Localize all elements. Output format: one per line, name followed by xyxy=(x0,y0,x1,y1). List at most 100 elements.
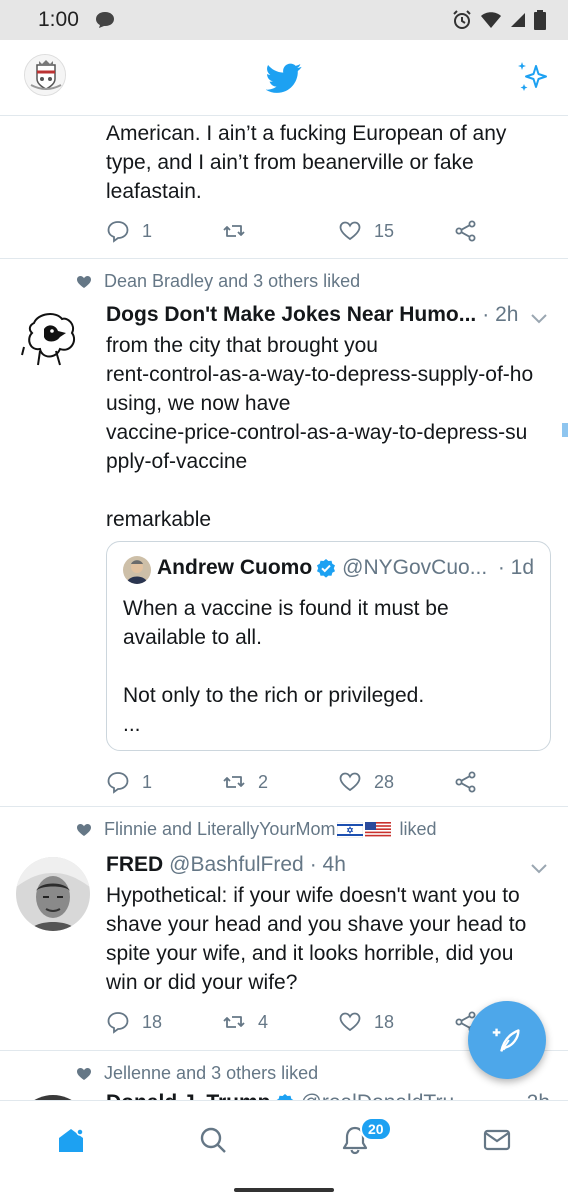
reply-button[interactable]: 18 xyxy=(106,1010,222,1034)
share-icon xyxy=(455,220,476,242)
tweet-time: · 2h xyxy=(482,303,519,326)
author-handle: @BashfulFred xyxy=(169,853,304,876)
quoted-text: When a vaccine is found it must be avail… xyxy=(123,597,449,736)
nav-search[interactable] xyxy=(142,1101,284,1179)
sparkle-icon[interactable] xyxy=(514,58,552,96)
quoted-handle: @NYGovCuo... xyxy=(342,556,488,579)
battery-icon xyxy=(534,10,546,30)
reply-count: 1 xyxy=(142,771,153,792)
status-bar: 1:00 xyxy=(0,0,568,40)
author-name[interactable]: Donald J. Trump xyxy=(106,1091,271,1100)
search-icon xyxy=(200,1127,226,1153)
tweet-actions: 18 4 18 xyxy=(106,1007,506,1037)
reply-icon xyxy=(107,1012,129,1034)
reply-button[interactable]: 1 xyxy=(106,219,222,243)
social-context-text: Jellenne and 3 others liked xyxy=(104,1063,319,1083)
share-button[interactable] xyxy=(454,219,478,243)
like-count: 15 xyxy=(374,220,395,241)
social-context-text: Dean Bradley and 3 others liked xyxy=(104,271,361,291)
chevron-down-icon[interactable] xyxy=(528,857,550,879)
social-context-text: Flinnie and LiterallyYourMom xyxy=(104,819,336,839)
social-context-suffix: liked xyxy=(399,819,437,839)
retweet-icon xyxy=(223,225,245,237)
gesture-bar xyxy=(0,1178,568,1200)
social-context: Dean Bradley and 3 others liked xyxy=(76,271,360,292)
heart-icon xyxy=(339,1012,361,1032)
israel-flag-icon xyxy=(337,821,364,838)
compose-tweet-button[interactable] xyxy=(468,1001,546,1079)
tweet-text: from the city that brought you rent-cont… xyxy=(106,334,534,531)
retweet-icon xyxy=(223,1016,245,1028)
tweet-actions: 1 15 xyxy=(106,216,506,246)
like-button[interactable]: 18 xyxy=(338,1010,454,1034)
nav-messages[interactable] xyxy=(426,1101,568,1179)
tweet-avatar[interactable] xyxy=(16,303,90,377)
chevron-down-icon[interactable] xyxy=(528,307,550,329)
reply-icon xyxy=(107,772,129,794)
like-count: 18 xyxy=(374,1011,395,1032)
scrollbar-thumb[interactable] xyxy=(562,423,568,437)
timeline-feed[interactable]: American. I ain’t a fucking European of … xyxy=(0,117,568,1100)
tweet-header: Donald J. Trump @realDonaldTru... · 2h xyxy=(106,1091,550,1100)
retweet-button[interactable] xyxy=(222,219,338,243)
author-handle: @realDonaldTru... xyxy=(301,1091,472,1100)
quoted-tweet[interactable]: Andrew Cuomo @NYGovCuo... · 1d When a va… xyxy=(106,541,551,751)
social-context: Flinnie and LiterallyYourMom liked xyxy=(76,819,436,840)
retweet-count: 2 xyxy=(258,771,269,792)
mail-icon xyxy=(483,1129,511,1150)
nav-notifications[interactable]: 20 xyxy=(284,1101,426,1179)
nav-home[interactable] xyxy=(0,1101,142,1179)
author-name[interactable]: Dogs Don't Make Jokes Near Humo... xyxy=(106,303,476,327)
quoted-header: Andrew Cuomo @NYGovCuo... · 1d xyxy=(157,556,534,580)
heart-small-icon xyxy=(77,1067,91,1080)
like-count: 28 xyxy=(374,771,395,792)
heart-icon xyxy=(339,221,361,241)
compose-feather-icon xyxy=(492,1028,520,1052)
like-button[interactable]: 15 xyxy=(338,219,454,243)
tweet-avatar[interactable] xyxy=(16,857,90,931)
tweet-time: · 4h xyxy=(309,853,346,876)
reply-count: 18 xyxy=(142,1011,163,1032)
tweet-time: · 2h xyxy=(514,1091,550,1100)
tweet-partial[interactable]: American. I ain’t a fucking European of … xyxy=(0,117,568,259)
retweet-icon xyxy=(223,776,245,788)
us-flag-icon xyxy=(365,821,392,838)
retweet-button[interactable]: 2 xyxy=(222,770,338,794)
tweet-actions: 1 2 28 xyxy=(106,767,506,797)
share-icon xyxy=(455,771,476,793)
wifi-icon xyxy=(481,12,501,28)
heart-small-icon xyxy=(77,823,91,836)
tweet-text: Hypothetical: if your wife doesn't want … xyxy=(106,884,527,994)
like-button[interactable]: 28 xyxy=(338,770,454,794)
tweet[interactable]: Dean Bradley and 3 others liked Dogs Don… xyxy=(0,259,568,807)
author-name[interactable]: FRED xyxy=(106,853,163,877)
reply-count: 1 xyxy=(142,220,153,241)
app-header xyxy=(0,40,568,116)
tweet-text: American. I ain’t a fucking European of … xyxy=(106,122,507,203)
heart-icon xyxy=(339,772,361,792)
twitter-bird-icon xyxy=(266,63,302,93)
retweet-count: 4 xyxy=(258,1011,269,1032)
alarm-icon xyxy=(453,10,471,29)
status-icons xyxy=(452,10,546,30)
quoted-time: · 1d xyxy=(497,556,534,579)
quoted-avatar xyxy=(123,556,151,584)
social-context: Jellenne and 3 others liked xyxy=(76,1063,318,1084)
share-button[interactable] xyxy=(454,770,478,794)
tweet-header: FRED @BashfulFred · 4h xyxy=(106,853,550,877)
reply-icon xyxy=(107,221,129,243)
quoted-author-name: Andrew Cuomo xyxy=(157,556,313,579)
profile-avatar[interactable] xyxy=(24,54,66,96)
tweet-header: Dogs Don't Make Jokes Near Humo... · 2h xyxy=(106,303,550,327)
home-icon xyxy=(59,1127,84,1152)
message-notification-icon xyxy=(95,11,115,29)
cell-signal-icon xyxy=(511,13,525,27)
gesture-handle[interactable] xyxy=(234,1188,334,1192)
heart-small-icon xyxy=(77,275,91,288)
verified-badge-icon xyxy=(276,1094,293,1100)
verified-badge-icon xyxy=(317,559,336,578)
status-time: 1:00 xyxy=(38,8,79,31)
retweet-button[interactable]: 4 xyxy=(222,1010,338,1034)
notifications-badge: 20 xyxy=(360,1116,392,1141)
reply-button[interactable]: 1 xyxy=(106,770,222,794)
